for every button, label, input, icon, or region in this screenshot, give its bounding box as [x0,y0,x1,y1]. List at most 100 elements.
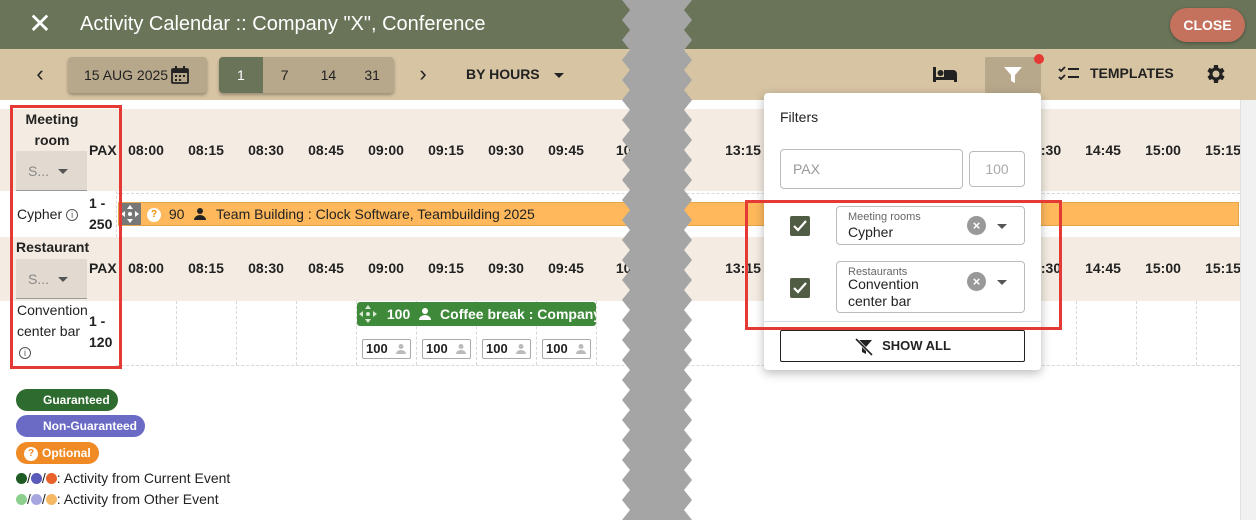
move-icon[interactable] [357,302,379,326]
pax-chip[interactable]: 100 [362,339,411,359]
grid-line [1076,301,1077,365]
person-icon [456,344,466,354]
grid-line [596,301,597,365]
legend-guaranteed: Guaranteed [16,389,118,411]
time-label: 15:00 [1145,260,1181,276]
filter-icon [1004,67,1022,83]
templates-button[interactable]: TEMPLATES [1058,65,1174,83]
dot-icon [16,473,27,484]
person-icon [419,308,432,320]
pax-chip[interactable]: 100 [542,339,591,359]
legend-other-event-label: : Activity from Other Event [56,491,219,507]
chevron-down-icon [553,72,564,78]
move-icon[interactable] [119,203,141,225]
legend-current-event: / /: Activity from Current Event [16,469,230,487]
vertical-scrollbar[interactable] [1240,100,1256,520]
legend-optional-label: Optional [42,446,91,460]
activity-label: Team Building : Clock Software, Teambuil… [216,206,535,222]
grid-line [1136,301,1137,365]
activity-pax: 90 [168,206,185,222]
pax-chip-value: 100 [426,341,448,356]
person-icon [516,344,526,354]
time-label: 15:00 [1145,142,1181,158]
grid-line [176,301,177,365]
grid-line [1196,301,1197,365]
grid-line [236,301,237,365]
templates-icon [1058,66,1079,81]
dot-icon [30,494,42,505]
person-icon [194,208,207,220]
legend-optional: ? Optional [16,442,99,464]
dot-icon [45,494,57,505]
time-label: 08:45 [308,142,344,158]
time-label: 08:00 [128,142,164,158]
time-label: 09:00 [368,260,404,276]
pax-filter-input[interactable]: PAX [780,149,963,189]
pax-chip-value: 100 [546,341,568,356]
range-option-7[interactable]: 7 [263,57,307,93]
time-label: 08:00 [128,260,164,276]
time-label: 08:30 [248,142,284,158]
dot-icon [16,494,27,505]
time-label: 09:30 [488,260,524,276]
filters-title: Filters [780,109,819,125]
dot-icon [30,473,42,484]
legend-non-guaranteed: Non-Guaranteed [16,415,146,437]
time-label: 08:30 [248,260,284,276]
date-picker-button[interactable]: 15 AUG 2025 [68,57,207,93]
date-label: 15 AUG 2025 [84,67,169,83]
activity-pax: 100 [386,306,411,322]
filter-active-indicator [1034,54,1044,64]
time-label: 14:45 [1085,260,1121,276]
highlight-room-column [10,105,122,369]
calendar-icon [171,66,189,84]
time-label: 09:15 [428,142,464,158]
time-label: 09:45 [548,260,584,276]
activity-content: ? 90 Team Building : Clock Software, Tea… [147,203,535,225]
pax-chip[interactable]: 100 [482,339,531,359]
activity-label: Coffee break : Company "X" [440,306,596,322]
time-label: 09:00 [368,142,404,158]
chevron-right-icon[interactable]: › [408,59,438,89]
time-label: 08:45 [308,260,344,276]
screenshot-break-divider [622,0,692,520]
filter-off-icon [855,337,874,356]
close-icon[interactable]: ✕ [26,10,54,38]
pax-filter-value[interactable]: 100 [969,151,1025,187]
pax-placeholder: PAX [793,161,820,177]
time-label: 08:15 [188,142,224,158]
time-label: 08:15 [188,260,224,276]
bed-icon[interactable] [932,63,958,85]
time-label: 09:45 [548,142,584,158]
gear-icon[interactable] [1203,62,1227,86]
legend-current-event-label: : Activity from Current Event [56,470,231,486]
highlight-filter-selects [745,200,1062,330]
range-option-31[interactable]: 31 [350,57,394,93]
dot-icon [45,473,57,484]
grid-line [296,301,297,365]
time-label: 09:30 [488,142,524,158]
pax-chip-value: 100 [486,341,508,356]
person-icon [396,344,406,354]
time-label: 14:45 [1085,142,1121,158]
chevron-left-icon[interactable]: ‹ [25,59,55,89]
show-all-label: SHOW ALL [882,338,951,353]
show-all-button[interactable]: SHOW ALL [780,330,1025,362]
day-range-toggle: 1 7 14 31 [219,57,394,93]
question-icon: ? [147,208,161,223]
pax-chip-value: 100 [366,341,388,356]
close-button[interactable]: CLOSE [1170,8,1245,42]
range-option-14[interactable]: 14 [307,57,351,93]
person-icon [576,344,586,354]
view-mode-label: BY HOURS [466,66,540,82]
page-title: Activity Calendar :: Company "X", Confer… [80,13,486,35]
range-option-1[interactable]: 1 [219,57,263,93]
legend-other-event: / /: Activity from Other Event [16,490,219,508]
question-icon: ? [24,446,38,461]
activity-bar-coffee-break[interactable]: 100 Coffee break : Company "X" [357,302,596,326]
templates-label: TEMPLATES [1090,65,1174,81]
pax-chip[interactable]: 100 [422,339,471,359]
view-mode-select[interactable]: BY HOURS [466,66,564,82]
filter-button[interactable] [985,57,1041,93]
time-label: 09:15 [428,260,464,276]
